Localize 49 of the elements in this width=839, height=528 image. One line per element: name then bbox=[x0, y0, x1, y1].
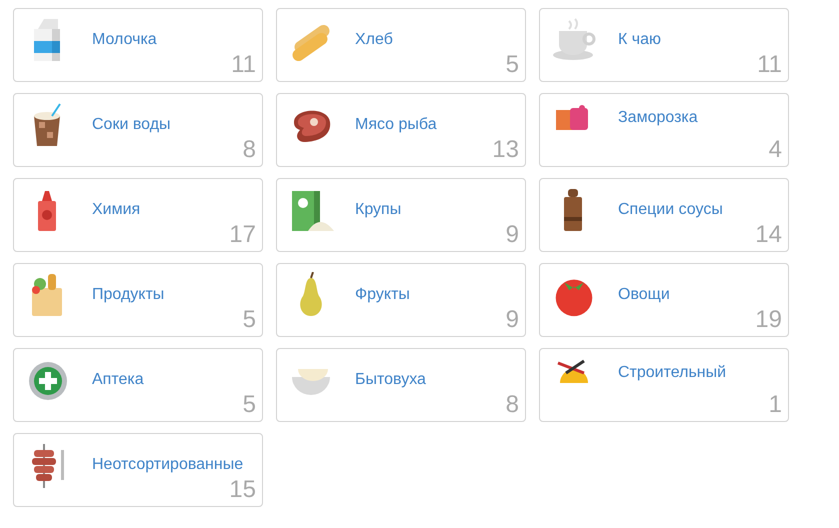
category-card[interactable]: Соки воды 8 bbox=[13, 93, 263, 167]
category-label: Бытовуха bbox=[355, 371, 426, 389]
item-count: 5 bbox=[242, 391, 256, 419]
category-label: Аптека bbox=[92, 371, 144, 389]
item-count: 15 bbox=[229, 476, 256, 504]
category-card[interactable]: Заморозка 4 bbox=[539, 93, 789, 167]
category-label: Заморозка bbox=[618, 109, 698, 127]
category-card[interactable]: Специи соусы 14 bbox=[539, 178, 789, 252]
item-count: 14 bbox=[755, 221, 782, 249]
teacup-icon bbox=[551, 17, 597, 63]
item-count: 4 bbox=[768, 136, 782, 164]
item-count: 13 bbox=[492, 136, 519, 164]
category-label: Молочка bbox=[92, 31, 157, 49]
item-count: 11 bbox=[757, 51, 782, 79]
category-card[interactable]: Молочка 11 bbox=[13, 8, 263, 82]
category-label: Специи соусы bbox=[618, 201, 723, 219]
category-card[interactable]: Неотсортированные 15 bbox=[13, 433, 263, 507]
category-card[interactable]: Овощи 19 bbox=[539, 263, 789, 337]
item-count: 17 bbox=[229, 221, 256, 249]
item-count: 8 bbox=[506, 391, 519, 419]
category-label: Хлеб bbox=[355, 31, 393, 49]
category-label: Продукты bbox=[92, 286, 164, 304]
category-card[interactable]: Аптека 5 bbox=[13, 348, 263, 422]
item-count: 9 bbox=[506, 221, 519, 249]
category-label: Строительный bbox=[618, 364, 726, 382]
category-card[interactable]: Бытовуха 8 bbox=[276, 348, 526, 422]
category-label: К чаю bbox=[618, 31, 661, 49]
category-card[interactable]: Химия 17 bbox=[13, 178, 263, 252]
item-count: 11 bbox=[231, 51, 256, 79]
category-card[interactable]: Строительный 1 bbox=[539, 348, 789, 422]
item-count: 19 bbox=[755, 306, 782, 334]
category-label: Овощи bbox=[618, 286, 670, 304]
category-label: Неотсортированные bbox=[92, 456, 244, 474]
category-label: Химия bbox=[92, 201, 140, 219]
item-count: 8 bbox=[242, 136, 256, 164]
category-card[interactable]: Фрукты 9 bbox=[276, 263, 526, 337]
category-label: Мясо рыба bbox=[355, 116, 437, 134]
category-label: Соки воды bbox=[92, 116, 171, 134]
category-card[interactable]: Крупы 9 bbox=[276, 178, 526, 252]
item-count: 1 bbox=[768, 391, 782, 419]
category-label: Крупы bbox=[355, 201, 402, 219]
category-card[interactable]: Хлеб 5 bbox=[276, 8, 526, 82]
category-card[interactable]: К чаю 11 bbox=[539, 8, 789, 82]
category-label: Фрукты bbox=[355, 286, 410, 304]
item-count: 5 bbox=[242, 306, 256, 334]
item-count: 5 bbox=[506, 51, 519, 79]
category-card[interactable]: Мясо рыба 13 bbox=[276, 93, 526, 167]
item-count: 9 bbox=[506, 306, 519, 334]
category-card[interactable]: Продукты 5 bbox=[13, 263, 263, 337]
